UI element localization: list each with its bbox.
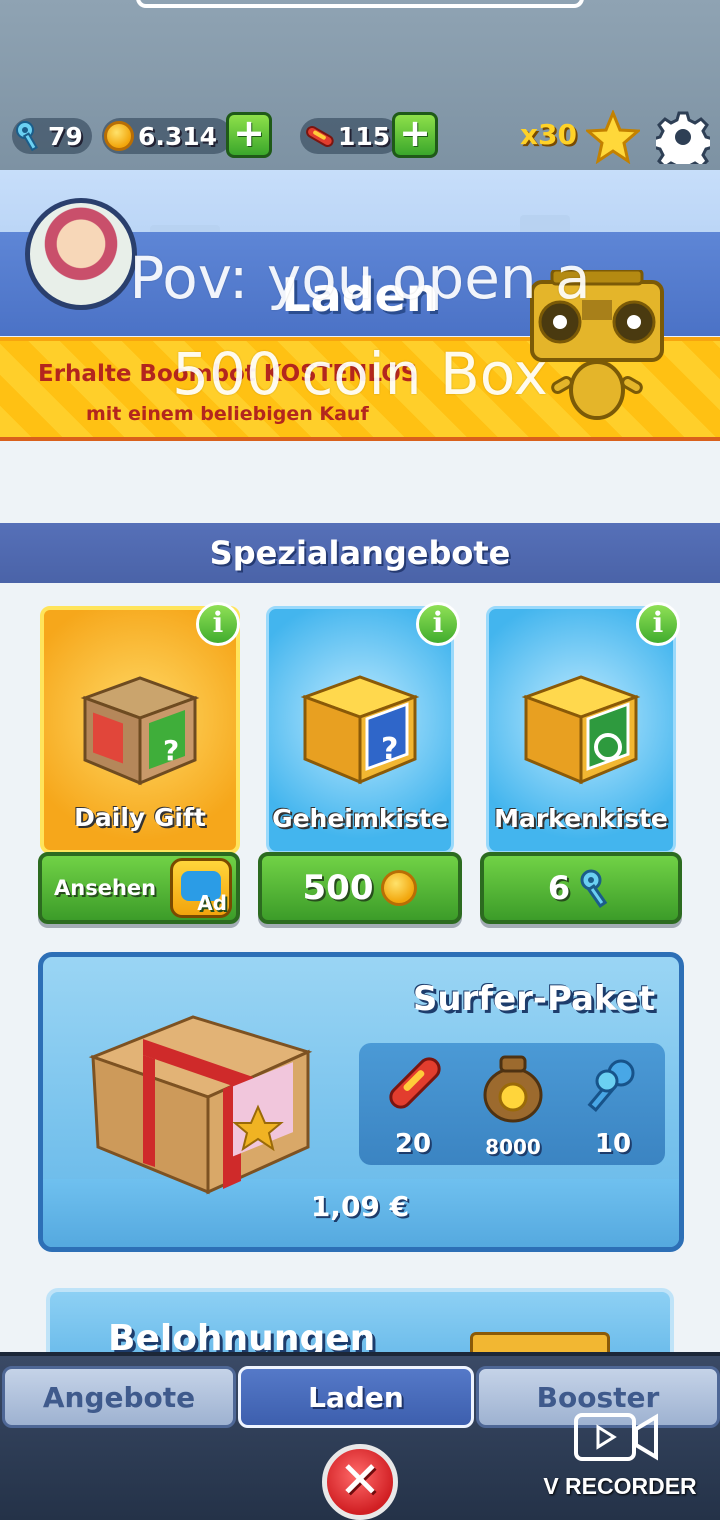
close-button[interactable]: ✕ xyxy=(322,1444,398,1520)
buy-brand-box-button[interactable]: 6 xyxy=(480,852,682,924)
add-hoverboards-button[interactable]: + xyxy=(392,112,438,158)
mystery-box-info-button[interactable]: i xyxy=(416,602,460,646)
hoverboards-counter: 115 xyxy=(300,118,400,154)
hoverboards-count: 115 xyxy=(338,121,391,151)
key-icon xyxy=(16,121,38,152)
svg-text:?: ? xyxy=(381,732,398,767)
daily-gift-info-button[interactable]: i xyxy=(196,602,240,646)
mystery-box-price: 500 xyxy=(302,868,374,908)
keys-count: 79 xyxy=(48,121,83,151)
parcel-icon xyxy=(88,1015,313,1195)
caption-line-1: Pov: you open a xyxy=(129,244,591,312)
watch-ad-button[interactable]: Ansehen Ad xyxy=(38,852,240,924)
recorder-label: V RECORDER xyxy=(543,1473,697,1499)
hoverboard-icon xyxy=(389,1057,441,1109)
watch-ad-label: Ansehen xyxy=(54,876,157,900)
top-frame xyxy=(136,0,584,8)
coins-count: 6.314 xyxy=(138,121,218,151)
pack-item-coins: 8000 xyxy=(463,1043,563,1165)
ad-label: Ad xyxy=(197,891,227,915)
brand-crate-icon xyxy=(521,675,641,785)
hoverboard-icon xyxy=(306,126,334,147)
pack-keys-value: 10 xyxy=(594,1129,632,1159)
video-camera-icon xyxy=(574,1413,658,1461)
coin-bag-icon xyxy=(483,1055,543,1123)
recorder-watermark: V RECORDER xyxy=(530,1405,710,1515)
pack-hoverboards-value: 20 xyxy=(394,1129,432,1159)
tv-ad-icon: Ad xyxy=(170,858,232,918)
brand-box-price: 6 xyxy=(547,869,571,907)
mystery-box-label: Geheimkiste xyxy=(272,804,448,833)
brand-box-info-button[interactable]: i xyxy=(636,602,680,646)
gear-icon[interactable] xyxy=(656,110,710,164)
pack-item-hoverboards: 20 xyxy=(363,1043,463,1165)
svg-text:?: ? xyxy=(163,734,179,767)
mystery-box-card[interactable]: ? Geheimkiste xyxy=(266,606,454,854)
section-header: Spezialangebote xyxy=(0,523,720,583)
coins-counter: 6.314 xyxy=(102,118,232,154)
brand-box-label: Markenkiste xyxy=(494,804,668,833)
surfer-pack-price[interactable]: 1,09 € xyxy=(0,1190,720,1223)
add-coins-button[interactable]: + xyxy=(226,112,272,158)
surfer-pack-contents: 20 8000 10 xyxy=(359,1043,665,1165)
caption-line-2: 500 coin Box xyxy=(172,340,548,408)
keys-icon xyxy=(587,1059,635,1112)
video-caption: Pov: you open a 500 coin Box xyxy=(0,230,720,422)
key-icon xyxy=(580,869,608,908)
score-multiplier: x30 xyxy=(520,118,578,151)
gift-crate-icon: ? xyxy=(80,676,200,786)
daily-gift-label: Daily Gift xyxy=(74,803,206,832)
star-icon[interactable] xyxy=(586,110,640,164)
surfer-pack-title: Surfer-Paket xyxy=(412,979,655,1019)
pack-coins-value: 8000 xyxy=(485,1135,541,1159)
coin-icon xyxy=(381,870,418,906)
buy-mystery-box-button[interactable]: 500 xyxy=(258,852,462,924)
pack-item-keys: 10 xyxy=(563,1043,663,1165)
tab-angebote[interactable]: Angebote xyxy=(2,1366,236,1428)
mystery-crate-icon: ? xyxy=(300,675,420,785)
currency-bar: 79 6.314 + 115 + x30 xyxy=(0,108,720,164)
keys-counter: 79 xyxy=(12,118,92,154)
tab-laden[interactable]: Laden xyxy=(238,1366,474,1428)
coin-icon xyxy=(104,121,134,151)
